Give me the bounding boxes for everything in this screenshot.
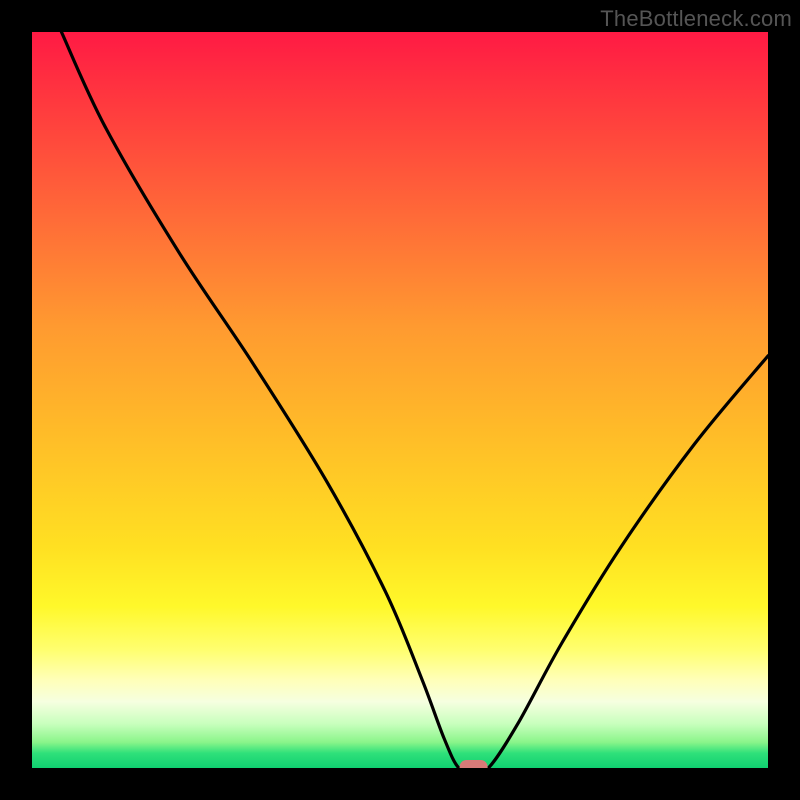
plot-area (32, 32, 768, 768)
chart-frame: TheBottleneck.com (0, 0, 800, 800)
optimum-marker (460, 760, 488, 768)
bottleneck-curve (61, 32, 768, 768)
chart-svg (32, 32, 768, 768)
watermark-label: TheBottleneck.com (600, 6, 792, 32)
